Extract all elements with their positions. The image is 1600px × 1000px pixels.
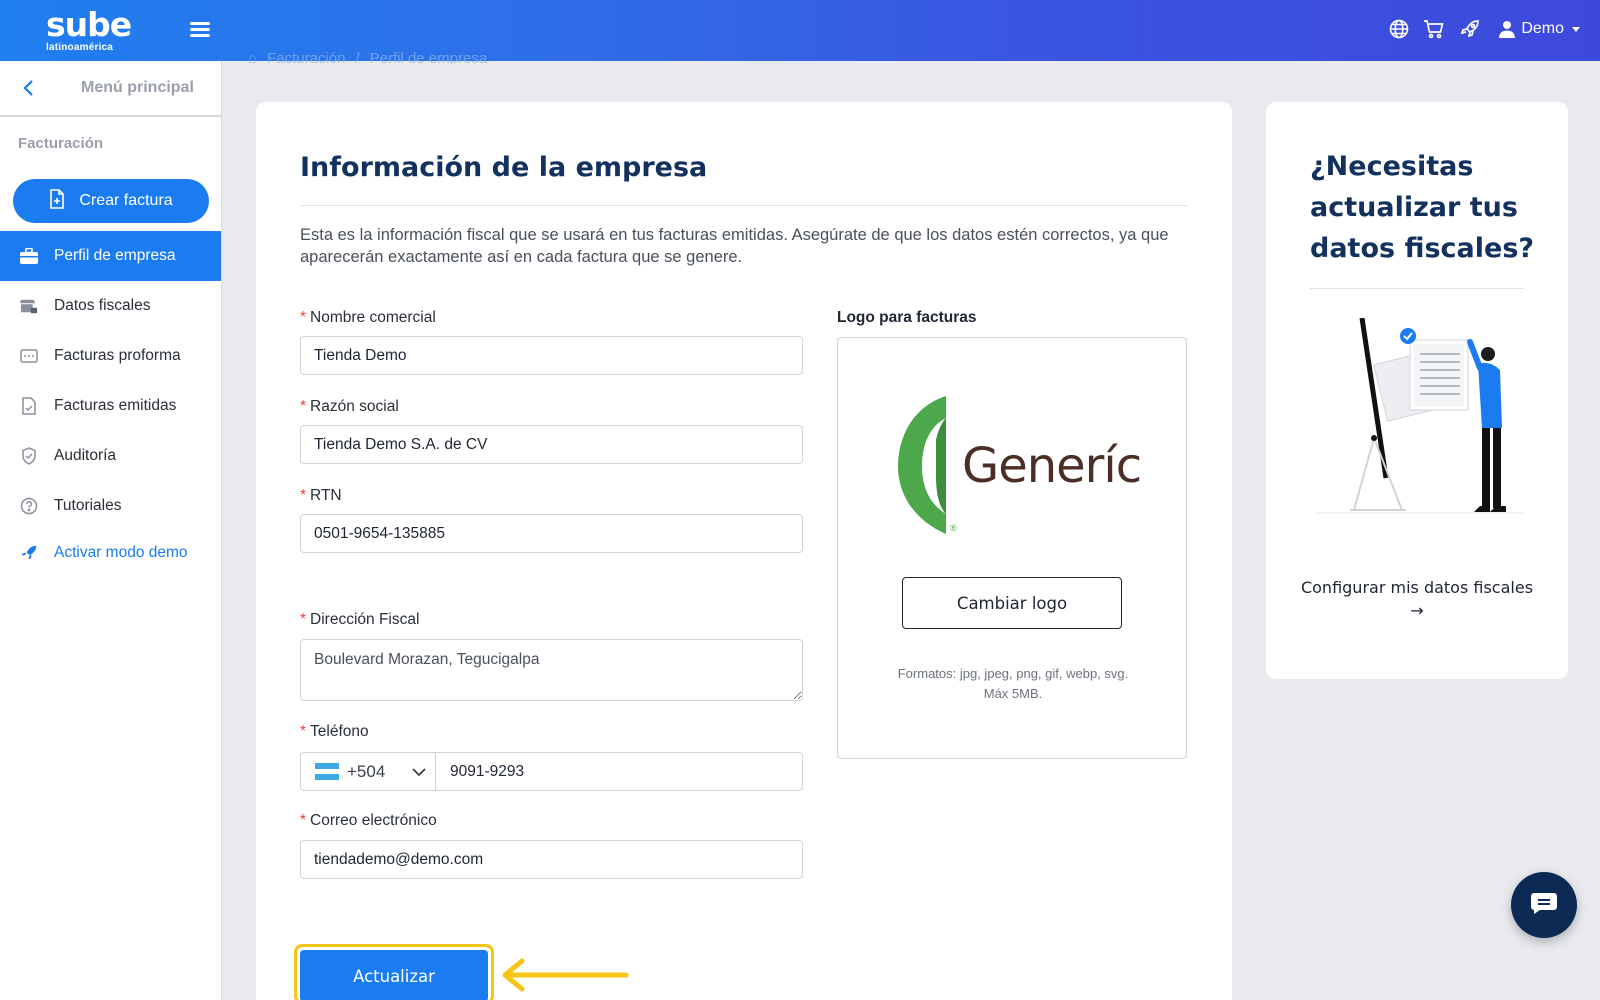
sidebar-item-auditoria[interactable]: Auditoría xyxy=(0,431,221,481)
chevron-left-icon[interactable] xyxy=(22,79,36,102)
sidebar-item-label: Facturas proforma xyxy=(54,347,181,364)
sidebar-item-label: Tutoriales xyxy=(54,497,122,514)
sidebar-nav: Perfil de empresa Datos fiscales Factura… xyxy=(0,231,221,575)
breadcrumb-facturacion[interactable]: Facturación xyxy=(267,50,345,64)
required-mark: * xyxy=(300,398,307,415)
logo-preview-box: Generíc ® Cambiar logo Formatos: jpg, jp… xyxy=(837,337,1187,759)
shield-check-icon xyxy=(20,447,38,465)
sidebar-item-facturas-proforma[interactable]: Facturas proforma xyxy=(0,331,221,381)
chat-support-button[interactable] xyxy=(1511,872,1577,938)
direccion-fiscal-label: * Dirección Fiscal xyxy=(300,611,419,629)
label-text: Razón social xyxy=(310,398,399,415)
required-mark: * xyxy=(300,611,307,628)
help-card-divider xyxy=(1310,288,1524,289)
country-code-value: +504 xyxy=(347,761,386,781)
sidebar: Menú principal Facturación Crear factura… xyxy=(0,61,222,1000)
page-description: Esta es la información fiscal que se usa… xyxy=(300,226,1169,266)
logo-section-label: Logo para facturas xyxy=(837,309,977,326)
chevron-down-icon xyxy=(1572,26,1580,32)
telefono-label: * Teléfono xyxy=(300,723,369,741)
honduras-flag-icon xyxy=(315,763,339,781)
sidebar-item-perfil-empresa[interactable]: Perfil de empresa xyxy=(0,231,221,281)
logo-brand-text: Generíc xyxy=(962,438,1142,494)
sidebar-item-label: Perfil de empresa xyxy=(54,247,176,264)
label-text: Dirección Fiscal xyxy=(310,611,420,628)
proforma-icon xyxy=(20,347,38,365)
top-actions: Demo xyxy=(1389,18,1580,40)
sidebar-item-label: Auditoría xyxy=(54,447,117,464)
main-menu-label: Menú principal xyxy=(81,79,194,96)
briefcase-icon xyxy=(20,247,38,265)
nombre-comercial-input[interactable]: Tienda Demo xyxy=(300,336,803,375)
label-text: Teléfono xyxy=(310,723,369,740)
top-bar: sube latinoamérica Demo xyxy=(0,0,1600,61)
demo-mode-label: Activar modo demo xyxy=(54,544,188,561)
razon-social-input[interactable]: Tienda Demo S.A. de CV xyxy=(300,425,803,464)
country-code-select[interactable]: +504 xyxy=(301,753,436,790)
required-mark: * xyxy=(300,487,307,504)
rocket-icon xyxy=(20,544,38,562)
help-circle-icon xyxy=(20,497,38,515)
change-logo-button[interactable]: Cambiar logo xyxy=(902,577,1122,629)
required-mark: * xyxy=(300,309,307,326)
cart-icon[interactable] xyxy=(1423,19,1445,39)
activate-demo-mode-link[interactable]: Activar modo demo xyxy=(0,531,221,575)
label-text: Correo electrónico xyxy=(310,812,437,829)
create-invoice-label: Crear factura xyxy=(79,192,173,209)
user-menu[interactable]: Demo xyxy=(1499,20,1580,38)
chevron-down-icon xyxy=(411,762,427,782)
main-menu-header[interactable]: Menú principal xyxy=(0,61,221,117)
logo-main-text: sube xyxy=(46,5,132,44)
document-check-icon xyxy=(20,397,38,415)
direccion-fiscal-textarea[interactable]: Boulevard Morazan, Tegucigalpa xyxy=(300,639,803,701)
correo-input[interactable]: tiendademo@demo.com xyxy=(300,840,803,879)
logo-formats-hint: Formatos: jpg, jpeg, png, gif, webp, svg… xyxy=(858,664,1168,704)
razon-social-label: * Razón social xyxy=(300,398,399,416)
logo-registered-mark: ® xyxy=(950,523,957,533)
breadcrumb: ⌂ Facturación / Perfil de empresa xyxy=(248,50,487,64)
breadcrumb-separator: / xyxy=(355,50,360,64)
globe-icon[interactable] xyxy=(1389,19,1409,39)
fiscal-help-card: ¿Necesitas actualizar tus datos fiscales… xyxy=(1266,102,1568,679)
breadcrumb-current: Perfil de empresa xyxy=(369,50,488,64)
sidebar-item-facturas-emitidas[interactable]: Facturas emitidas xyxy=(0,381,221,431)
sidebar-item-tutoriales[interactable]: Tutoriales xyxy=(0,481,221,531)
sidebar-item-datos-fiscales[interactable]: Datos fiscales xyxy=(0,281,221,331)
chat-icon xyxy=(1530,891,1558,920)
person-document-illustration xyxy=(1310,317,1524,533)
arrow-left-icon xyxy=(500,957,630,998)
user-icon xyxy=(1499,20,1516,38)
user-name: Demo xyxy=(1521,20,1564,37)
sube-logo[interactable]: sube latinoamérica xyxy=(46,5,132,53)
company-logo-image xyxy=(896,396,966,541)
title-divider xyxy=(300,205,1188,206)
hamburger-menu-icon[interactable] xyxy=(190,22,210,38)
nombre-comercial-label: * Nombre comercial xyxy=(300,309,436,327)
required-mark: * xyxy=(300,723,307,740)
configure-fiscal-data-link[interactable]: Configurar mis datos fiscales → xyxy=(1296,576,1538,622)
sidebar-item-label: Datos fiscales xyxy=(54,297,151,314)
create-invoice-button[interactable]: Crear factura xyxy=(13,179,209,223)
section-label-facturacion: Facturación xyxy=(18,135,104,152)
rocket-icon[interactable] xyxy=(1459,18,1481,40)
telefono-input[interactable]: 9091-9293 xyxy=(436,753,802,790)
company-info-card: Información de la empresa Esta es la inf… xyxy=(256,102,1232,1000)
rtn-input[interactable]: 0501-9654-135885 xyxy=(300,514,803,553)
page-title: Información de la empresa xyxy=(300,152,708,183)
home-icon[interactable]: ⌂ xyxy=(248,50,257,64)
formats-line: Formatos: jpg, jpeg, png, gif, webp, svg… xyxy=(897,666,1129,681)
store-lock-icon xyxy=(20,297,38,315)
sidebar-item-label: Facturas emitidas xyxy=(54,397,177,414)
max-size-line: Máx 5MB. xyxy=(983,686,1043,701)
logo-sub-text: latinoamérica xyxy=(46,42,114,53)
required-mark: * xyxy=(300,812,307,829)
help-card-title: ¿Necesitas actualizar tus datos fiscales… xyxy=(1310,151,1535,264)
telefono-field: +504 9091-9293 xyxy=(300,752,803,791)
label-text: RTN xyxy=(310,487,342,504)
rtn-label: * RTN xyxy=(300,487,342,505)
label-text: Nombre comercial xyxy=(310,309,436,326)
correo-label: * Correo electrónico xyxy=(300,812,437,830)
update-button[interactable]: Actualizar xyxy=(300,950,488,1000)
file-plus-icon xyxy=(49,188,65,214)
